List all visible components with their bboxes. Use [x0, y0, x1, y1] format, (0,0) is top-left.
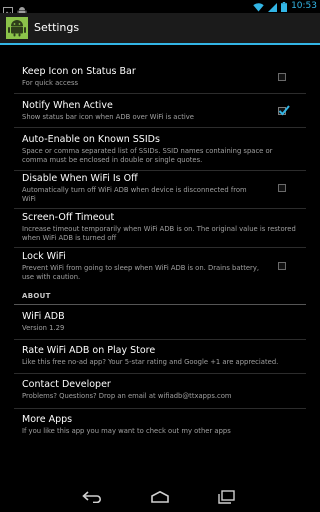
divider [14, 247, 306, 248]
pref-summary: For quick access [22, 79, 79, 87]
about-item-contact[interactable]: Contact Developer Problems? Questions? D… [22, 379, 298, 401]
about-item-wifi-adb[interactable]: WiFi ADB Version 1.29 [22, 311, 298, 333]
pref-summary: If you like this app you may want to che… [22, 427, 231, 435]
pref-title: Contact Developer [22, 379, 111, 390]
navigation-bar [0, 482, 320, 512]
pref-summary: Space or comma separated list of SSIDs. … [22, 147, 273, 164]
pref-screen-off-timeout[interactable]: Screen-Off Timeout Increase timeout temp… [22, 212, 298, 243]
divider [14, 170, 306, 171]
back-button[interactable] [81, 488, 105, 506]
pref-summary: Like this free no-ad app? Your 5-star ra… [22, 358, 279, 366]
recent-apps-icon [218, 490, 235, 504]
screen: 10:53 Settings Keep Icon on Status Bar F… [0, 0, 320, 512]
section-header-about: ABOUT [22, 292, 51, 300]
pref-title: Notify When Active [22, 100, 113, 111]
pref-notify-active[interactable]: Notify When Active Show status bar icon … [22, 100, 298, 122]
pref-summary: Prevent WiFi from going to sleep when Wi… [22, 264, 260, 281]
pref-keep-icon[interactable]: Keep Icon on Status Bar For quick access [22, 66, 298, 88]
notify-active-checkbox[interactable] [278, 105, 290, 116]
home-icon [151, 491, 169, 503]
pref-summary: Automatically turn off WiFi ADB when dev… [22, 186, 247, 203]
pref-title: Lock WiFi [22, 251, 66, 262]
recent-apps-button[interactable] [214, 488, 238, 506]
pref-title: Disable When WiFi Is Off [22, 173, 138, 184]
clock: 10:53 [291, 1, 317, 11]
divider [14, 408, 306, 409]
divider [14, 208, 306, 209]
pref-title: Screen-Off Timeout [22, 212, 115, 223]
divider [14, 339, 306, 340]
divider [14, 373, 306, 374]
back-icon [82, 491, 101, 503]
pref-lock-wifi[interactable]: Lock WiFi Prevent WiFi from going to sle… [22, 251, 298, 282]
home-button[interactable] [148, 488, 172, 506]
pref-auto-enable-ssids[interactable]: Auto-Enable on Known SSIDs Space or comm… [22, 134, 298, 165]
page-title: Settings [34, 21, 80, 34]
checkmark-icon [278, 105, 290, 116]
divider [14, 127, 306, 128]
pref-title: Keep Icon on Status Bar [22, 66, 136, 77]
pref-disable-wifi-off[interactable]: Disable When WiFi Is Off Automatically t… [22, 173, 298, 204]
lock-wifi-checkbox[interactable] [278, 262, 286, 270]
about-item-more-apps[interactable]: More Apps If you like this app you may w… [22, 414, 298, 436]
pref-title: Rate WiFi ADB on Play Store [22, 345, 156, 356]
pref-title: WiFi ADB [22, 311, 65, 322]
section-divider [14, 304, 306, 305]
pref-title: More Apps [22, 414, 73, 425]
app-icon[interactable] [6, 17, 28, 39]
pref-title: Auto-Enable on Known SSIDs [22, 134, 160, 145]
pref-summary: Show status bar icon when ADB over WiFi … [22, 113, 194, 121]
disable-wifi-off-checkbox[interactable] [278, 184, 286, 192]
status-bar: 10:53 [0, 0, 320, 16]
pref-summary: Increase timeout temporarily when WiFi A… [22, 225, 296, 242]
about-item-rate[interactable]: Rate WiFi ADB on Play Store Like this fr… [22, 345, 298, 367]
keep-icon-checkbox[interactable] [278, 73, 286, 81]
divider [14, 93, 306, 94]
pref-summary: Version 1.29 [22, 324, 65, 332]
pref-summary: Problems? Questions? Drop an email at wi… [22, 392, 232, 400]
action-bar: Settings [0, 13, 320, 45]
